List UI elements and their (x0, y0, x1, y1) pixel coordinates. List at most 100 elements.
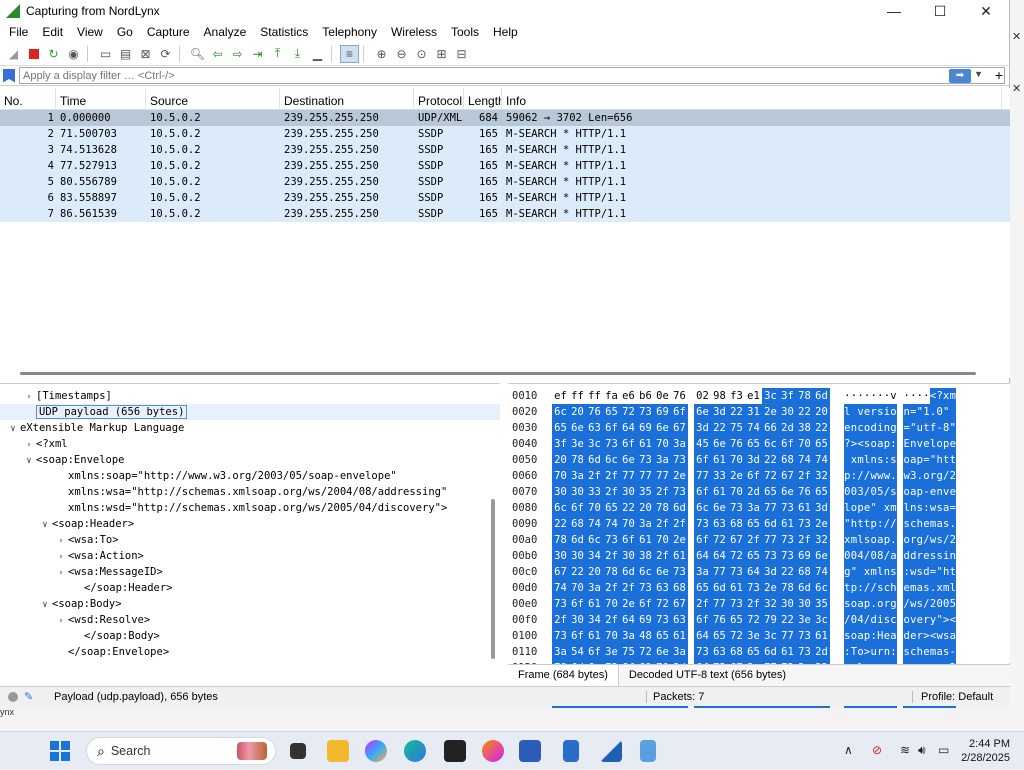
detail-tree-item[interactable]: </soap:Envelope> (0, 644, 500, 660)
detail-tree-item[interactable]: › <wsa:MessageID> (0, 564, 500, 580)
packet-row[interactable]: 5 80.556789 10.5.0.2 239.255.255.250 SSDP 165… (0, 174, 1010, 190)
zoom-out-icon[interactable]: ⊖ (392, 45, 411, 63)
hex-row[interactable]: 0070 30 30 33 2f 30 35 2f 73 6f 61 70 2d … (508, 484, 1010, 500)
expand-arrow-icon[interactable]: ∨ (38, 517, 52, 533)
menu-help[interactable]: Help (486, 25, 525, 39)
packet-row[interactable]: 6 83.558897 10.5.0.2 239.255.255.250 SSDP 165… (0, 190, 1010, 206)
packet-row[interactable]: 3 74.513628 10.5.0.2 239.255.255.250 SSDP 165… (0, 142, 1010, 158)
detail-tree-item[interactable]: › [Timestamps] (0, 388, 500, 404)
collapse-arrow-icon[interactable]: › (54, 549, 68, 565)
close-button[interactable]: ✕ (963, 0, 1009, 22)
hex-row[interactable]: 0050 20 78 6d 6c 6e 73 3a 73 6f 61 70 3d … (508, 452, 1010, 468)
add-filter-button-icon[interactable]: + (995, 67, 1003, 83)
menu-statistics[interactable]: Statistics (253, 25, 315, 39)
taskbar-search[interactable]: ⌕ Search (86, 737, 276, 765)
collapse-arrow-icon[interactable]: › (54, 613, 68, 629)
wireshark-taskbar-icon[interactable] (600, 740, 622, 762)
detail-tree-item[interactable]: xmlns:wsd="http://schemas.xmlsoap.org/ws… (0, 500, 500, 516)
menu-capture[interactable]: Capture (140, 25, 197, 39)
col-info[interactable]: Info (502, 88, 1002, 109)
layout-icon[interactable]: ⊟ (452, 45, 471, 63)
go-forward-icon[interactable]: ⇨ (228, 45, 247, 63)
expert-info-icon[interactable] (8, 691, 18, 702)
detail-tree-item[interactable]: › <wsd:Resolve> (0, 612, 500, 628)
col-protocol[interactable]: Protocol (414, 88, 464, 109)
resize-columns-icon[interactable]: ⊞ (432, 45, 451, 63)
expand-arrow-icon[interactable]: ∨ (6, 421, 20, 437)
hex-row[interactable]: 0030 65 6e 63 6f 64 69 6e 67 3d 22 75 74 … (508, 420, 1010, 436)
detail-tree-item[interactable]: › <?xml (0, 436, 500, 452)
autoscroll-icon[interactable]: ▁ (308, 45, 327, 63)
detail-tree-item[interactable]: xmlns:wsa="http://schemas.xmlsoap.org/ws… (0, 484, 500, 500)
hex-row[interactable]: 00c0 67 22 20 78 6d 6c 6e 73 3a 77 73 64 … (508, 564, 1010, 580)
packet-row[interactable]: 4 77.527913 10.5.0.2 239.255.255.250 SSDP 165… (0, 158, 1010, 174)
detail-tree-item[interactable]: ∨ <soap:Envelope (0, 452, 500, 468)
start-capture-icon[interactable]: ◢ (4, 45, 23, 63)
copilot-icon[interactable] (365, 740, 387, 762)
display-filter-input[interactable] (19, 67, 1005, 84)
expand-arrow-icon[interactable]: ∨ (22, 453, 36, 469)
task-view-icon[interactable] (290, 743, 306, 759)
collapse-arrow-icon[interactable]: › (22, 389, 36, 405)
bookmark-icon[interactable] (3, 68, 15, 83)
stock-app-icon[interactable] (444, 740, 466, 762)
minimize-button[interactable]: — (871, 0, 917, 22)
firefox-icon[interactable] (482, 740, 504, 762)
snipping-tool-icon[interactable] (640, 740, 656, 762)
detail-tree-item[interactable]: </soap:Body> (0, 628, 500, 644)
hex-row[interactable]: 00a0 78 6d 6c 73 6f 61 70 2e 6f 72 67 2f … (508, 532, 1010, 548)
capture-options-icon[interactable]: ◉ (64, 45, 83, 63)
col-time[interactable]: Time (56, 88, 146, 109)
menu-wireless[interactable]: Wireless (384, 25, 444, 39)
hex-row[interactable]: 0020 6c 20 76 65 72 73 69 6f 6e 3d 22 31 … (508, 404, 1010, 420)
hex-row[interactable]: 0090 22 68 74 74 70 3a 2f 2f 73 63 68 65 … (508, 516, 1010, 532)
detail-tree-item[interactable]: › <wsa:Action> (0, 548, 500, 564)
col-length[interactable]: Length (464, 88, 502, 109)
reload-icon[interactable]: ⟳ (156, 45, 175, 63)
security-icon[interactable]: ⊘ (872, 743, 882, 757)
restart-capture-icon[interactable]: ↻ (44, 45, 63, 63)
clock[interactable]: 2:44 PM 2/28/2025 (961, 737, 1010, 765)
menu-analyze[interactable]: Analyze (197, 25, 254, 39)
detail-tree-item[interactable]: ∨ eXtensible Markup Language (0, 420, 500, 436)
stop-capture-icon[interactable] (24, 45, 43, 63)
edit-comment-icon[interactable]: ✎ (24, 690, 33, 703)
maximize-button[interactable]: ☐ (917, 0, 963, 22)
packet-row[interactable]: 7 86.561539 10.5.0.2 239.255.255.250 SSDP 165… (0, 206, 1010, 222)
col-no[interactable]: No. (0, 88, 56, 109)
go-to-packet-icon[interactable]: ⇥ (248, 45, 267, 63)
collapse-arrow-icon[interactable]: › (54, 533, 68, 549)
apply-filter-arrow-icon[interactable]: ➡ (949, 69, 971, 83)
volume-icon[interactable]: 🔊︎ (918, 743, 926, 758)
collapse-arrow-icon[interactable]: › (54, 565, 68, 581)
status-profile[interactable]: Profile: Default (912, 690, 993, 703)
hex-row[interactable]: 0080 6c 6f 70 65 22 20 78 6d 6c 6e 73 3a … (508, 500, 1010, 516)
hex-row[interactable]: 0060 70 3a 2f 2f 77 77 77 2e 77 33 2e 6f … (508, 468, 1010, 484)
hex-row[interactable]: 0100 73 6f 61 70 3a 48 65 61 64 65 72 3e … (508, 628, 1010, 644)
zoom-reset-icon[interactable]: ⊙ (412, 45, 431, 63)
filter-dropdown-icon[interactable]: ▼ (974, 69, 983, 79)
open-file-icon[interactable]: ▭ (96, 45, 115, 63)
hex-row[interactable]: 0110 3a 54 6f 3e 75 72 6e 3a 73 63 68 65 … (508, 644, 1010, 660)
windows-start-icon[interactable] (50, 741, 70, 761)
zoom-in-icon[interactable]: ⊕ (372, 45, 391, 63)
tab-frame-bytes[interactable]: Frame (684 bytes) (508, 665, 619, 686)
go-last-icon[interactable]: ⤓ (288, 45, 307, 63)
detail-tree-item[interactable]: xmlns:soap="http://www.w3.org/2003/05/so… (0, 468, 500, 484)
menu-file[interactable]: File (2, 25, 35, 39)
packet-list-scrollbar[interactable] (0, 370, 1010, 378)
menu-view[interactable]: View (70, 25, 110, 39)
hex-row[interactable]: 00e0 73 6f 61 70 2e 6f 72 67 2f 77 73 2f … (508, 596, 1010, 612)
detail-tree-item[interactable]: UDP payload (656 bytes) (0, 404, 500, 420)
hex-row[interactable]: 0010 ef ff ff fa e6 b6 0e 76 02 98 f3 e1 … (508, 388, 1010, 404)
save-file-icon[interactable]: ▤ (116, 45, 135, 63)
go-first-icon[interactable]: ⤒ (268, 45, 287, 63)
detail-tree-item[interactable]: › <wsa:To> (0, 532, 500, 548)
battery-icon[interactable]: ▭ (938, 743, 949, 757)
detail-tree-item[interactable]: </soap:Header> (0, 580, 500, 596)
notepad-icon[interactable] (563, 740, 579, 762)
hex-row[interactable]: 00d0 74 70 3a 2f 2f 73 63 68 65 6d 61 73 … (508, 580, 1010, 596)
packet-row[interactable]: 2 71.500703 10.5.0.2 239.255.255.250 SSDP 165… (0, 126, 1010, 142)
edge-browser-icon[interactable] (404, 740, 426, 762)
wifi-icon[interactable]: ≋ (900, 743, 910, 757)
